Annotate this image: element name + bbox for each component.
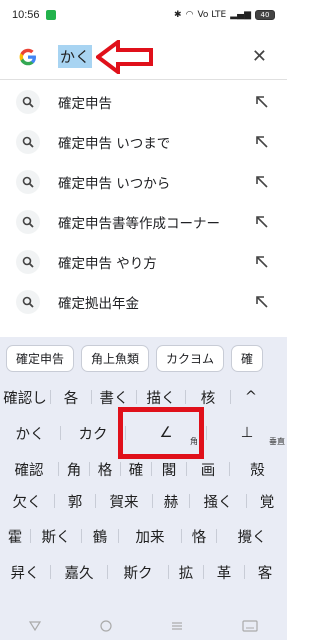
candidate[interactable]: 格 xyxy=(90,459,120,480)
candidate[interactable]: 掻く xyxy=(190,491,246,512)
suggestion-list: 確定申告 確定申告 いつまで 確定申告 いつから 確定申告書等作成コーナー 確定… xyxy=(0,82,287,322)
suggestion-item[interactable]: 確定申告 いつから xyxy=(0,162,287,202)
candidate[interactable]: 覚 xyxy=(247,491,287,512)
candidate-row: 舁く 嘉久 斯ク 拡 革 客 xyxy=(0,559,287,585)
candidate[interactable]: 舁く xyxy=(0,562,50,583)
candidate[interactable]: 欠く xyxy=(0,491,54,512)
candidate[interactable]: 各 xyxy=(51,387,91,408)
candidate[interactable]: 拡 xyxy=(169,562,203,583)
home-icon[interactable] xyxy=(100,620,112,632)
suggestion-text: 確定申告 xyxy=(58,96,112,112)
app-notification-icon xyxy=(45,10,56,20)
bluetooth-icon: ✱ xyxy=(174,10,182,20)
search-icon xyxy=(16,210,40,234)
fill-query-arrow-icon[interactable] xyxy=(255,135,269,149)
candidate[interactable]: 加来 xyxy=(119,526,181,547)
suggestion-text: 確定拠出年金 xyxy=(58,296,139,312)
suggestion-item[interactable]: 確定拠出年金 xyxy=(0,282,287,322)
candidate[interactable]: 客 xyxy=(245,562,285,583)
candidate[interactable]: 郭 xyxy=(55,491,95,512)
candidate[interactable]: 攪く xyxy=(217,526,287,547)
system-nav-bar xyxy=(0,612,287,640)
candidate-row: 確認 角 格 確 閣 画 殻 xyxy=(0,456,287,482)
recents-icon[interactable] xyxy=(171,621,183,631)
suggestion-text: 確定申告 いつから xyxy=(58,176,171,192)
search-icon xyxy=(16,290,40,314)
annotation-highlight-box xyxy=(118,407,204,459)
status-icons: ✱ ◠ Vo LTE ▂▄▆ 40 xyxy=(174,10,275,20)
candidate-row: 欠く 郭 賀来 赫 掻く 覚 xyxy=(0,488,287,514)
candidate[interactable]: 斯ク xyxy=(108,562,168,583)
candidate[interactable]: 確認 xyxy=(0,459,58,480)
suggestion-item[interactable]: 確定申告 xyxy=(0,82,287,122)
candidate[interactable]: 描く xyxy=(137,387,185,408)
candidate[interactable]: 閣 xyxy=(152,459,186,480)
search-icon xyxy=(16,170,40,194)
candidate[interactable]: 賀来 xyxy=(96,491,152,512)
clear-icon[interactable]: ✕ xyxy=(252,46,267,67)
google-logo-icon xyxy=(16,45,40,69)
chip[interactable]: カクヨム xyxy=(156,345,225,372)
candidate[interactable]: 恪 xyxy=(182,526,216,547)
suggestion-text: 確定申告書等作成コーナー xyxy=(58,216,220,232)
suggestion-item[interactable]: 確定申告 いつまで xyxy=(0,122,287,162)
battery-icon: 40 xyxy=(255,10,275,20)
candidate[interactable]: かく xyxy=(0,423,60,444)
candidate[interactable]: 画 xyxy=(187,459,229,480)
chip[interactable]: 角上魚類 xyxy=(81,345,150,372)
suggestion-item[interactable]: 確定申告書等作成コーナー xyxy=(0,202,287,242)
candidate[interactable]: 核 xyxy=(186,387,230,408)
candidate[interactable]: 革 xyxy=(204,562,244,583)
chip[interactable]: 確 xyxy=(231,345,264,372)
search-icon xyxy=(16,250,40,274)
fill-query-arrow-icon[interactable] xyxy=(255,255,269,269)
fill-query-arrow-icon[interactable] xyxy=(255,175,269,189)
chip[interactable]: 確定申告 xyxy=(6,345,75,372)
fill-query-arrow-icon[interactable] xyxy=(255,295,269,309)
clock: 10:56 xyxy=(12,9,40,21)
candidate[interactable]: カク xyxy=(61,423,125,444)
candidate-perp[interactable]: ⊥ 垂直 xyxy=(207,425,287,446)
candidate[interactable]: 確認し xyxy=(0,387,50,408)
candidate[interactable]: 書く xyxy=(92,387,136,408)
back-icon[interactable] xyxy=(29,621,42,631)
candidate[interactable]: 殻 xyxy=(230,459,285,480)
candidate-text: ⊥ xyxy=(240,425,254,441)
candidate[interactable]: 嘉久 xyxy=(51,562,107,583)
suggestion-text: 確定申告 やり方 xyxy=(58,256,157,272)
candidate[interactable]: 斯く xyxy=(31,526,81,547)
fill-query-arrow-icon[interactable] xyxy=(255,95,269,109)
status-bar: 10:56 ✱ ◠ Vo LTE ▂▄▆ 40 xyxy=(0,0,287,30)
candidate[interactable]: 角 xyxy=(59,459,89,480)
suggestion-item[interactable]: 確定申告 やり方 xyxy=(0,242,287,282)
candidate-sub-label: 垂直 xyxy=(269,437,285,446)
candidate[interactable]: 鶴 xyxy=(82,526,118,547)
search-icon xyxy=(16,130,40,154)
annotation-arrow-icon xyxy=(96,40,153,74)
candidate[interactable]: 赫 xyxy=(153,491,189,512)
candidate-row: 霍 斯く 鶴 加来 恪 攪く xyxy=(0,523,287,549)
candidate[interactable]: 霍 xyxy=(0,526,30,547)
suggestion-text: 確定申告 いつまで xyxy=(58,136,171,152)
keyboard-icon[interactable] xyxy=(242,620,258,632)
collapse-chevron-icon[interactable]: ^ xyxy=(231,389,271,405)
network-label: Vo LTE xyxy=(197,10,227,20)
search-input[interactable]: かく xyxy=(58,45,93,68)
search-icon xyxy=(16,90,40,114)
fill-query-arrow-icon[interactable] xyxy=(255,215,269,229)
prediction-chips: 確定申告 角上魚類 カクヨム 確 xyxy=(6,345,264,372)
signal-icon: ▂▄▆ xyxy=(230,10,251,20)
candidate[interactable]: 確 xyxy=(121,459,151,480)
wifi-icon: ◠ xyxy=(185,10,194,20)
